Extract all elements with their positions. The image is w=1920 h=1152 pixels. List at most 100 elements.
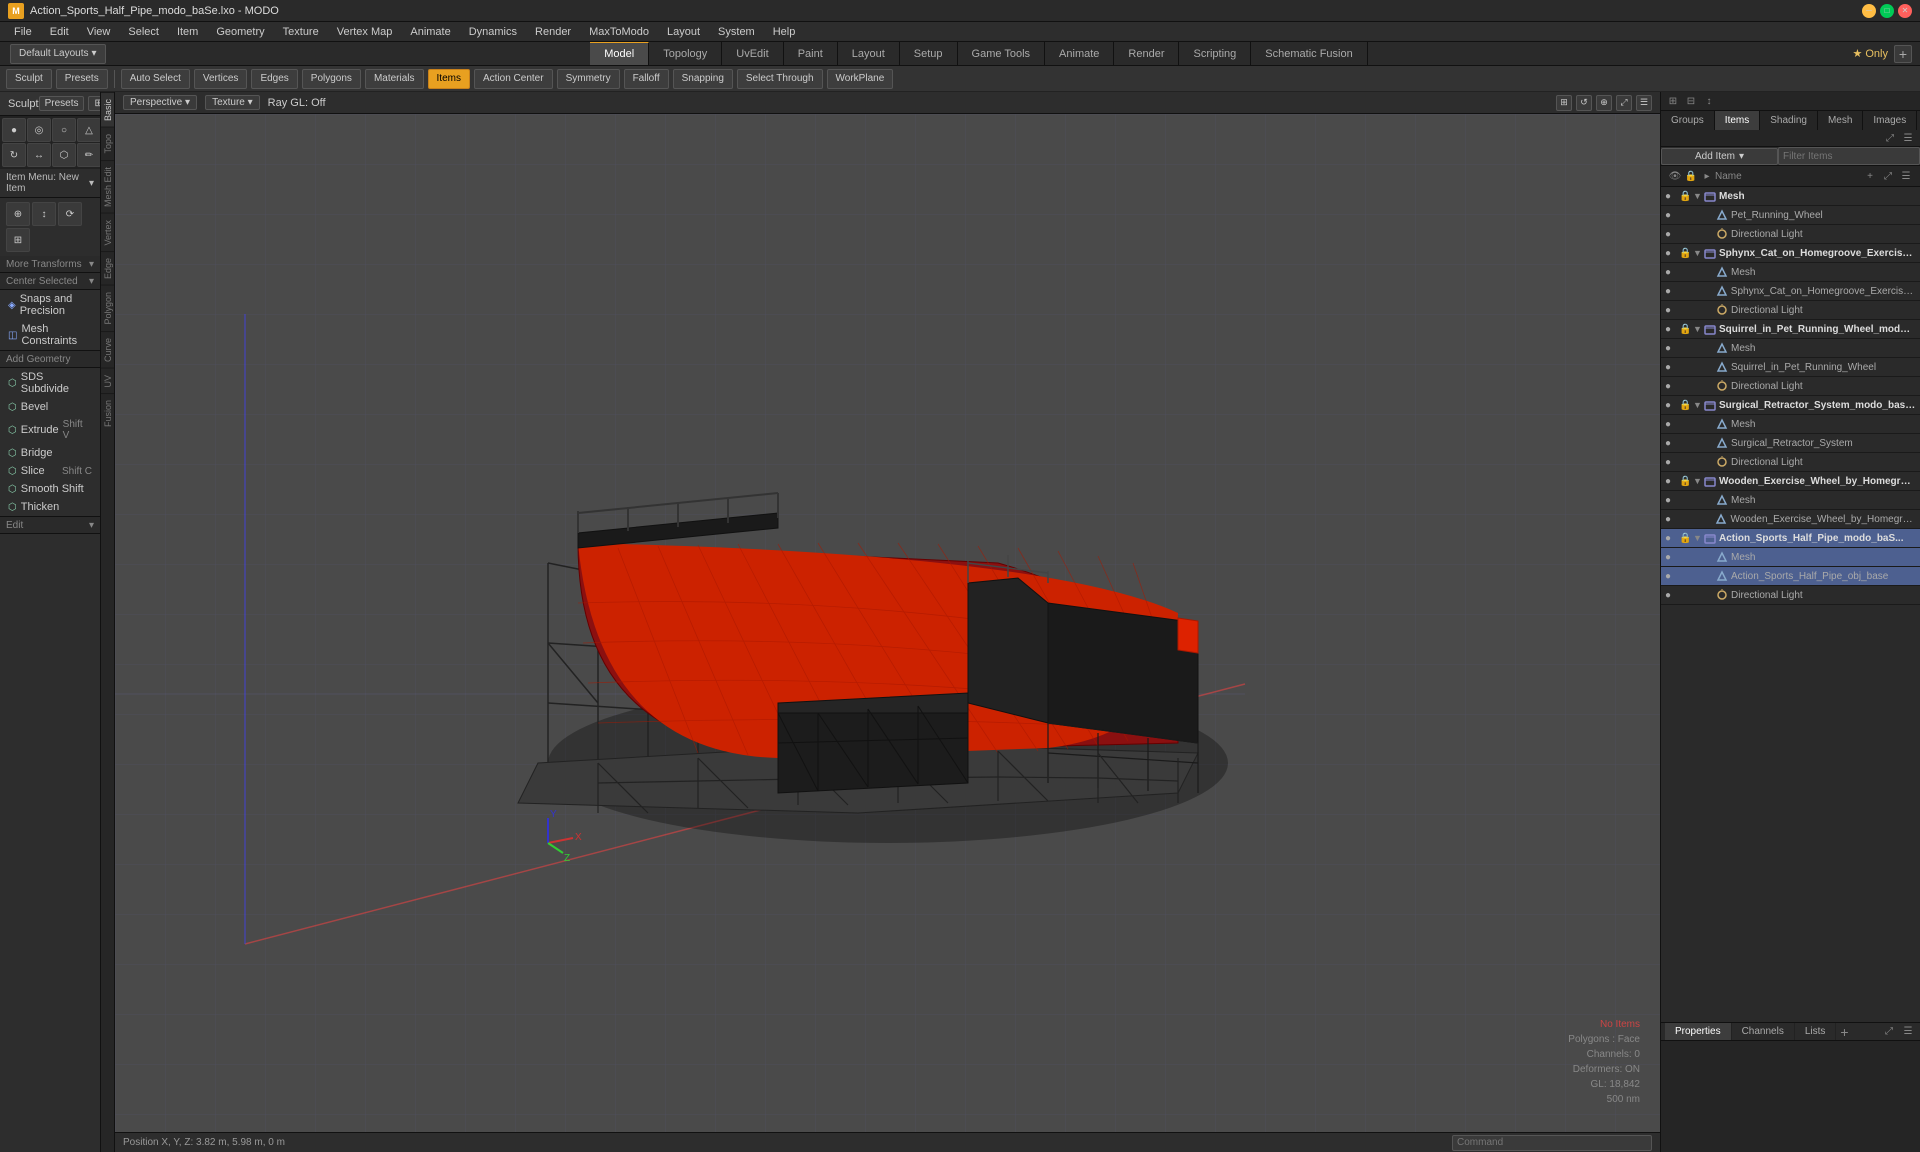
list-item[interactable]: ●Mesh — [1661, 548, 1920, 567]
toolbar-btn-materials[interactable]: Materials — [365, 69, 424, 89]
list-item[interactable]: ●Directional Light — [1661, 453, 1920, 472]
list-item[interactable]: ●Wooden_Exercise_Wheel_by_Homegroov... — [1661, 510, 1920, 529]
transform-btn-3[interactable]: ⟳ — [58, 202, 82, 226]
vtab-polygon[interactable]: Polygon — [101, 285, 114, 331]
main-tab-layout[interactable]: Layout — [838, 42, 900, 65]
collapse-arrow[interactable]: ▼ — [1693, 191, 1703, 201]
add-item-button[interactable]: Add Item ▾ — [1661, 148, 1778, 165]
bottom-tab-properties[interactable]: Properties — [1665, 1023, 1732, 1040]
menu-item-system[interactable]: System — [710, 24, 763, 40]
main-tab-paint[interactable]: Paint — [784, 42, 838, 65]
list-item[interactable]: ●Mesh — [1661, 491, 1920, 510]
vtab-basic[interactable]: Basic — [101, 92, 114, 127]
main-tab-topology[interactable]: Topology — [649, 42, 722, 65]
list-item[interactable]: ●Sphynx_Cat_on_Homegroove_Exercise ... — [1661, 282, 1920, 301]
list-item[interactable]: ●Mesh — [1661, 415, 1920, 434]
presets-btn-sidebar[interactable]: Presets — [39, 96, 85, 111]
extrude-item[interactable]: ⬡ Extrude Shift V — [0, 416, 100, 444]
collapse-arrow[interactable]: ▼ — [1693, 533, 1703, 543]
vp-icon-4[interactable]: ⤢ — [1616, 95, 1632, 111]
list-item[interactable]: ●Squirrel_in_Pet_Running_Wheel — [1661, 358, 1920, 377]
vp-icon-3[interactable]: ⊕ — [1596, 95, 1612, 111]
main-tab-schematic-fusion[interactable]: Schematic Fusion — [1251, 42, 1367, 65]
tool-pen[interactable]: ✏ — [77, 143, 100, 167]
header-icon-2[interactable]: ⤢ — [1880, 168, 1896, 184]
list-item[interactable]: ●🔒▼Action_Sports_Half_Pipe_modo_baS... — [1661, 529, 1920, 548]
eye-icon[interactable]: ● — [1665, 381, 1679, 392]
list-item[interactable]: ●🔒▼Surgical_Retractor_System_modo_base.l… — [1661, 396, 1920, 415]
maximize-button[interactable]: □ — [1880, 4, 1894, 18]
toolbar-btn-edges[interactable]: Edges — [251, 69, 297, 89]
list-item[interactable]: ●🔒▼Sphynx_Cat_on_Homegroove_Exercise_W..… — [1661, 244, 1920, 263]
item-menu-header[interactable]: Item Menu: New Item ▾ — [0, 169, 100, 197]
bottom-tab-channels[interactable]: Channels — [1732, 1023, 1795, 1040]
lock-icon[interactable]: 🔒 — [1679, 248, 1693, 259]
tool-triangle[interactable]: △ — [77, 118, 100, 142]
list-item[interactable]: ●Mesh — [1661, 263, 1920, 282]
mesh-constraints-item[interactable]: ◫ Mesh Constraints — [0, 320, 100, 350]
viewport-shader-dropdown[interactable]: Texture ▾ — [205, 95, 260, 110]
menu-item-help[interactable]: Help — [765, 24, 804, 40]
rp-icon-2[interactable]: ⊟ — [1683, 93, 1699, 109]
menu-item-item[interactable]: Item — [169, 24, 206, 40]
eye-icon[interactable]: ● — [1665, 476, 1679, 487]
collapse-arrow[interactable]: ▼ — [1693, 476, 1703, 486]
more-transforms-header[interactable]: More Transforms ▾ — [0, 256, 100, 273]
sculpt-button[interactable]: Sculpt — [6, 69, 52, 89]
bevel-item[interactable]: ⬡ Bevel — [0, 398, 100, 416]
command-input[interactable] — [1452, 1135, 1652, 1151]
menu-item-view[interactable]: View — [79, 24, 119, 40]
collapse-arrow[interactable]: ▼ — [1693, 248, 1703, 258]
eye-icon[interactable]: ● — [1665, 362, 1679, 373]
vtab-topo[interactable]: Topo — [101, 127, 114, 160]
right-panel-settings[interactable]: ☰ — [1900, 130, 1916, 146]
filter-input[interactable] — [1778, 147, 1920, 165]
tab-images[interactable]: Images — [1863, 111, 1917, 130]
minimize-button[interactable]: ─ — [1862, 4, 1876, 18]
bottom-expand[interactable]: ⤢ — [1881, 1024, 1897, 1040]
vp-icon-2[interactable]: ↺ — [1576, 95, 1592, 111]
toolbar-btn-workplane[interactable]: WorkPlane — [827, 69, 894, 89]
list-item[interactable]: ●Pet_Running_Wheel — [1661, 206, 1920, 225]
right-panel-expand[interactable]: ⤢ — [1882, 130, 1898, 146]
vp-icon-1[interactable]: ⊞ — [1556, 95, 1572, 111]
eye-icon[interactable]: ● — [1665, 267, 1679, 278]
toolbar-btn-select-through[interactable]: Select Through — [737, 69, 823, 89]
tool-arrow[interactable]: ↔ — [27, 143, 51, 167]
eye-icon[interactable]: ● — [1665, 248, 1679, 259]
main-tab-setup[interactable]: Setup — [900, 42, 958, 65]
eye-icon[interactable]: ● — [1665, 305, 1679, 316]
tab-items[interactable]: Items — [1715, 111, 1760, 130]
main-tab-model[interactable]: Model — [590, 42, 649, 65]
eye-icon[interactable]: ● — [1665, 571, 1679, 582]
eye-icon[interactable]: ● — [1665, 286, 1679, 297]
toolbar-btn-falloff[interactable]: Falloff — [624, 69, 669, 89]
vtab-mesh-edit[interactable]: Mesh Edit — [101, 160, 114, 213]
add-geometry-header[interactable]: Add Geometry — [0, 351, 100, 368]
menu-item-dynamics[interactable]: Dynamics — [461, 24, 525, 40]
rp-icon-3[interactable]: ↕ — [1701, 93, 1717, 109]
lock-icon[interactable]: 🔒 — [1679, 533, 1693, 544]
tool-rotate[interactable]: ↻ — [2, 143, 26, 167]
eye-icon[interactable]: ● — [1665, 438, 1679, 449]
3d-viewport[interactable]: X Y Z No Items Polygons : Face Channels:… — [115, 114, 1660, 1132]
list-item[interactable]: ●Directional Light — [1661, 225, 1920, 244]
eye-icon[interactable]: ● — [1665, 229, 1679, 240]
menu-item-animate[interactable]: Animate — [402, 24, 458, 40]
tool-circle3[interactable]: ○ — [52, 118, 76, 142]
bottom-settings[interactable]: ☰ — [1900, 1024, 1916, 1040]
close-button[interactable]: ✕ — [1898, 4, 1912, 18]
list-item[interactable]: ●Action_Sports_Half_Pipe_obj_base — [1661, 567, 1920, 586]
vtab-edge[interactable]: Edge — [101, 251, 114, 285]
snaps-precision-item[interactable]: ◈ Snaps and Precision — [0, 290, 100, 320]
eye-icon[interactable]: ● — [1665, 514, 1679, 525]
list-item[interactable]: ●🔒▼Wooden_Exercise_Wheel_by_Homegroove..… — [1661, 472, 1920, 491]
lock-icon[interactable]: 🔒 — [1679, 476, 1693, 487]
vtab-vertex[interactable]: Vertex — [101, 213, 114, 252]
menu-item-edit[interactable]: Edit — [42, 24, 77, 40]
toolbar-btn-vertices[interactable]: Vertices — [194, 69, 248, 89]
main-tab-render[interactable]: Render — [1114, 42, 1179, 65]
sds-subdivide-item[interactable]: ⬡ SDS Subdivide — [0, 368, 100, 398]
layout-dropdown[interactable]: Default Layouts ▾ — [10, 44, 106, 64]
slice-item[interactable]: ⬡ Slice Shift C — [0, 462, 100, 480]
